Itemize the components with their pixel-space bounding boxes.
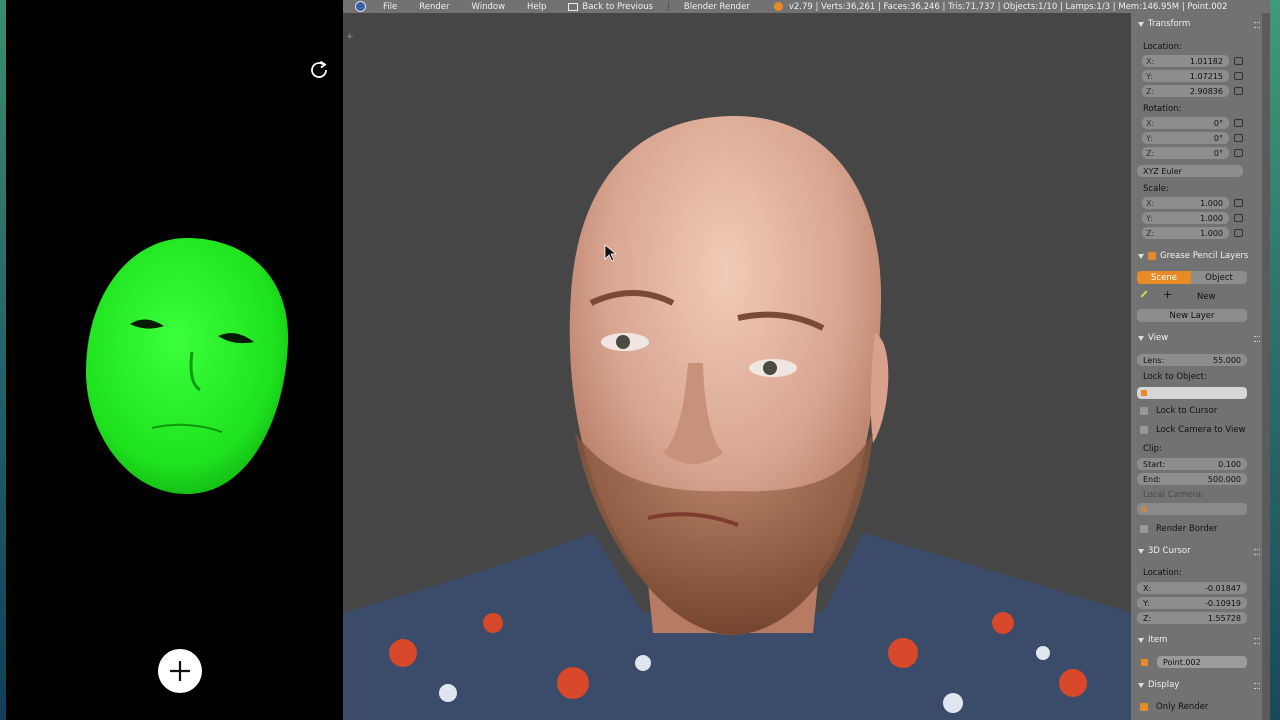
scene-stats: v2.79 | Verts:36,261 | Faces:36,246 | Tr… bbox=[788, 1, 1228, 12]
phone-screen bbox=[6, 0, 343, 720]
menu-window[interactable]: Window bbox=[461, 2, 517, 12]
camera-icon bbox=[1141, 506, 1147, 512]
blender-logo-icon bbox=[773, 2, 783, 11]
lock-icon[interactable] bbox=[1234, 72, 1243, 80]
lock-to-cursor-label: Lock to Cursor bbox=[1156, 406, 1218, 416]
plus-icon[interactable]: + bbox=[1163, 288, 1172, 301]
rotation-label: Rotation: bbox=[1143, 104, 1182, 114]
pencil-icon bbox=[1140, 290, 1148, 298]
local-camera-label: Local Camera: bbox=[1143, 490, 1204, 500]
menu-file[interactable]: File bbox=[372, 2, 408, 12]
rotation-x-field[interactable]: X: 0° bbox=[1142, 117, 1229, 129]
location-label: Location: bbox=[1143, 42, 1182, 52]
lock-object-field[interactable] bbox=[1137, 387, 1247, 399]
render-border-checkbox[interactable] bbox=[1140, 525, 1148, 533]
new-layer-button[interactable]: New Layer bbox=[1137, 309, 1247, 322]
lock-to-cursor-checkbox[interactable] bbox=[1140, 407, 1148, 415]
lock-icon[interactable] bbox=[1234, 134, 1243, 142]
lock-to-object-label: Lock to Object: bbox=[1143, 372, 1207, 382]
grease-pencil-checkbox[interactable] bbox=[1148, 252, 1156, 260]
clip-label: Clip: bbox=[1143, 444, 1162, 454]
scale-x-field[interactable]: X: 1.000 bbox=[1142, 197, 1229, 209]
menu-separator bbox=[667, 2, 669, 11]
render-engine-select[interactable]: Blender Render bbox=[673, 2, 772, 12]
location-y-field[interactable]: Y: 1.07215 bbox=[1142, 70, 1229, 82]
lock-icon[interactable] bbox=[1234, 199, 1243, 207]
menu-bar: File Render Window Help Back to Previous… bbox=[343, 0, 1270, 13]
clip-end-field[interactable]: End: 500.000 bbox=[1137, 473, 1247, 485]
only-render-label: Only Render bbox=[1156, 702, 1209, 712]
rotation-y-field[interactable]: Y: 0° bbox=[1142, 132, 1229, 144]
refresh-icon[interactable] bbox=[306, 57, 332, 83]
3d-viewport[interactable]: + bbox=[343, 13, 1131, 720]
lens-field[interactable]: Lens: 55.000 bbox=[1137, 354, 1247, 366]
cursor-y-field[interactable]: Y: -0.10919 bbox=[1137, 597, 1247, 609]
cursor-location-label: Location: bbox=[1143, 568, 1182, 578]
local-camera-field[interactable] bbox=[1137, 503, 1247, 515]
back-to-previous-button[interactable]: Back to Previous bbox=[557, 2, 664, 12]
grease-pencil-panel-header[interactable]: Grease Pencil Layers bbox=[1131, 249, 1270, 263]
3d-cursor-panel-header[interactable]: 3D Cursor bbox=[1131, 544, 1270, 558]
tab-scene[interactable]: Scene bbox=[1137, 271, 1191, 284]
scale-z-field[interactable]: Z: 1.000 bbox=[1142, 227, 1229, 239]
blender-window: File Render Window Help Back to Previous… bbox=[343, 0, 1270, 720]
info-editor-icon[interactable] bbox=[355, 1, 366, 12]
viewport-corner-widget[interactable]: + bbox=[346, 33, 354, 42]
lock-camera-checkbox[interactable] bbox=[1140, 426, 1148, 434]
only-render-checkbox[interactable] bbox=[1140, 703, 1148, 711]
item-name-field[interactable]: Point.002 bbox=[1157, 656, 1247, 668]
lock-icon[interactable] bbox=[1234, 149, 1243, 157]
location-z-field[interactable]: Z: 2.90836 bbox=[1142, 85, 1229, 97]
lock-icon[interactable] bbox=[1234, 229, 1243, 237]
location-x-field[interactable]: X: 1.01182 bbox=[1142, 55, 1229, 67]
lock-icon[interactable] bbox=[1234, 57, 1243, 65]
render-border-label: Render Border bbox=[1156, 524, 1218, 534]
cursor-x-field[interactable]: X: -0.01847 bbox=[1137, 582, 1247, 594]
plus-icon bbox=[170, 661, 190, 681]
lock-icon[interactable] bbox=[1234, 119, 1243, 127]
lock-camera-label: Lock Camera to View bbox=[1156, 425, 1246, 435]
face-mask-preview bbox=[82, 232, 292, 498]
cursor-z-field[interactable]: Z: 1.55728 bbox=[1137, 612, 1247, 624]
item-panel-header[interactable]: Item bbox=[1131, 633, 1270, 647]
object-icon bbox=[1141, 659, 1148, 666]
scale-label: Scale: bbox=[1143, 184, 1169, 194]
transform-panel-header[interactable]: Transform bbox=[1131, 17, 1270, 31]
clip-start-field[interactable]: Start: 0.100 bbox=[1137, 458, 1247, 470]
scale-y-field[interactable]: Y: 1.000 bbox=[1142, 212, 1229, 224]
menu-help[interactable]: Help bbox=[516, 2, 557, 12]
new-button[interactable]: New bbox=[1197, 292, 1216, 302]
rotation-z-field[interactable]: Z: 0° bbox=[1142, 147, 1229, 159]
rotation-mode-select[interactable]: XYZ Euler bbox=[1137, 165, 1243, 177]
cube-icon bbox=[1141, 390, 1147, 396]
desktop-edge-right bbox=[1270, 0, 1280, 720]
display-panel-header[interactable]: Display bbox=[1131, 678, 1270, 692]
view-panel-header[interactable]: View bbox=[1131, 331, 1270, 345]
add-button[interactable] bbox=[158, 649, 202, 693]
screen-icon bbox=[568, 2, 579, 11]
lock-icon[interactable] bbox=[1234, 214, 1243, 222]
properties-sidebar: Transform Location: X: 1.01182 Y: 1.07215 … bbox=[1131, 13, 1270, 720]
sidebar-scrollbar[interactable] bbox=[1262, 13, 1270, 720]
menu-render[interactable]: Render bbox=[408, 2, 460, 12]
tab-object[interactable]: Object bbox=[1191, 271, 1247, 284]
lock-icon[interactable] bbox=[1234, 87, 1243, 95]
